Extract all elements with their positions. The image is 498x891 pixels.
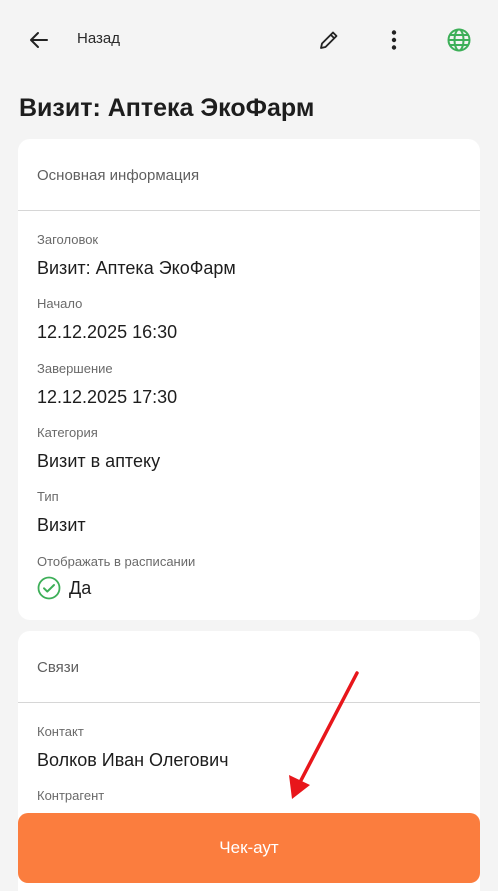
field-show-in-schedule: Отображать в расписании Да — [37, 554, 457, 600]
field-label: Контакт — [37, 724, 84, 739]
page-title: Визит: Аптека ЭкоФарм — [19, 94, 315, 122]
check-circle-icon — [37, 576, 61, 600]
globe-icon — [447, 28, 471, 52]
field-counterparty[interactable]: Контрагент — [37, 788, 457, 804]
section-title: Основная информация — [37, 167, 200, 184]
field-start: Начало 12.12.2025 16:30 — [37, 296, 457, 343]
field-label: Категория — [37, 425, 98, 440]
section-header-main-info: Основная информация — [18, 139, 480, 211]
back-button[interactable] — [19, 20, 59, 60]
field-value: Визит — [37, 515, 86, 535]
screen: Назад Визит: Аптека ЭкоФарм Основная инф… — [0, 0, 498, 891]
app-bar: Назад — [0, 0, 498, 80]
field-value: Визит в аптеку — [37, 451, 161, 471]
more-vertical-icon — [391, 30, 397, 50]
field-label: Начало — [37, 296, 83, 311]
field-label: Отображать в расписании — [37, 554, 196, 569]
arrow-left-icon — [30, 32, 48, 48]
section-header-links: Связи — [18, 631, 480, 703]
field-label: Завершение — [37, 361, 113, 376]
section-title: Связи — [37, 659, 80, 676]
schedule-check-row: Да — [37, 576, 457, 600]
field-label: Контрагент — [37, 788, 105, 803]
main-info-card: Основная информация Заголовок Визит: Апт… — [18, 139, 480, 620]
field-label: Тип — [37, 489, 59, 504]
field-title: Заголовок Визит: Аптека ЭкоФарм — [37, 232, 457, 279]
back-label[interactable]: Назад — [77, 30, 120, 47]
field-value: 12.12.2025 17:30 — [37, 387, 178, 407]
field-contact[interactable]: Контакт Волков Иван Олегович — [37, 724, 457, 771]
more-options-button[interactable] — [374, 20, 414, 60]
edit-button[interactable] — [309, 20, 349, 60]
field-end: Завершение 12.12.2025 17:30 — [37, 361, 457, 408]
checkout-button[interactable]: Чек-аут — [18, 813, 480, 883]
field-type: Тип Визит — [37, 489, 457, 536]
field-label: Заголовок — [37, 232, 99, 247]
field-value[interactable]: Волков Иван Олегович — [37, 749, 457, 771]
field-value: 12.12.2025 16:30 — [37, 322, 178, 342]
globe-button[interactable] — [439, 20, 479, 60]
field-category: Категория Визит в аптеку — [37, 425, 457, 472]
pencil-icon — [320, 31, 338, 49]
schedule-value: Да — [69, 577, 92, 598]
field-value: Визит: Аптека ЭкоФарм — [37, 258, 236, 278]
